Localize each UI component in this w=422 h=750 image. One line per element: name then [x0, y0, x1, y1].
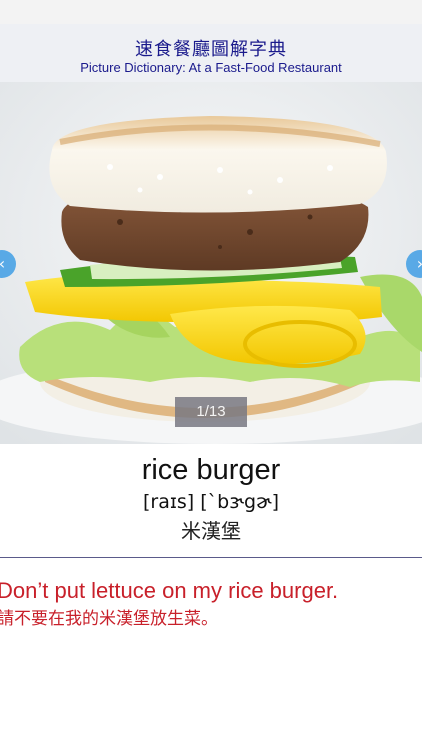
example-sentence-chinese: 請不要在我的米漢堡放生菜。 — [0, 609, 218, 629]
divider — [0, 557, 422, 558]
chevron-left-icon: ‹ — [0, 254, 5, 273]
page-title-english: Picture Dictionary: At a Fast-Food Resta… — [80, 60, 342, 75]
page-counter: 1/13 — [175, 397, 247, 427]
word-chinese: 米漢堡 — [181, 519, 241, 543]
word-english: rice burger — [141, 454, 281, 486]
rice-burger-illustration — [0, 82, 422, 444]
page-title-chinese: 速食餐廳圖解字典 — [135, 39, 287, 60]
example-sentence-english: Don’t put lettuce on my rice burger. — [0, 578, 339, 603]
rice-burger-photo[interactable] — [0, 82, 422, 444]
app-header: 速食餐廳圖解字典 Picture Dictionary: At a Fast-F… — [0, 24, 422, 82]
word-pronunciation: [raɪs] [ˋbɝgɚ] — [142, 491, 280, 513]
chevron-right-icon: › — [417, 254, 422, 273]
status-bar — [0, 0, 422, 24]
